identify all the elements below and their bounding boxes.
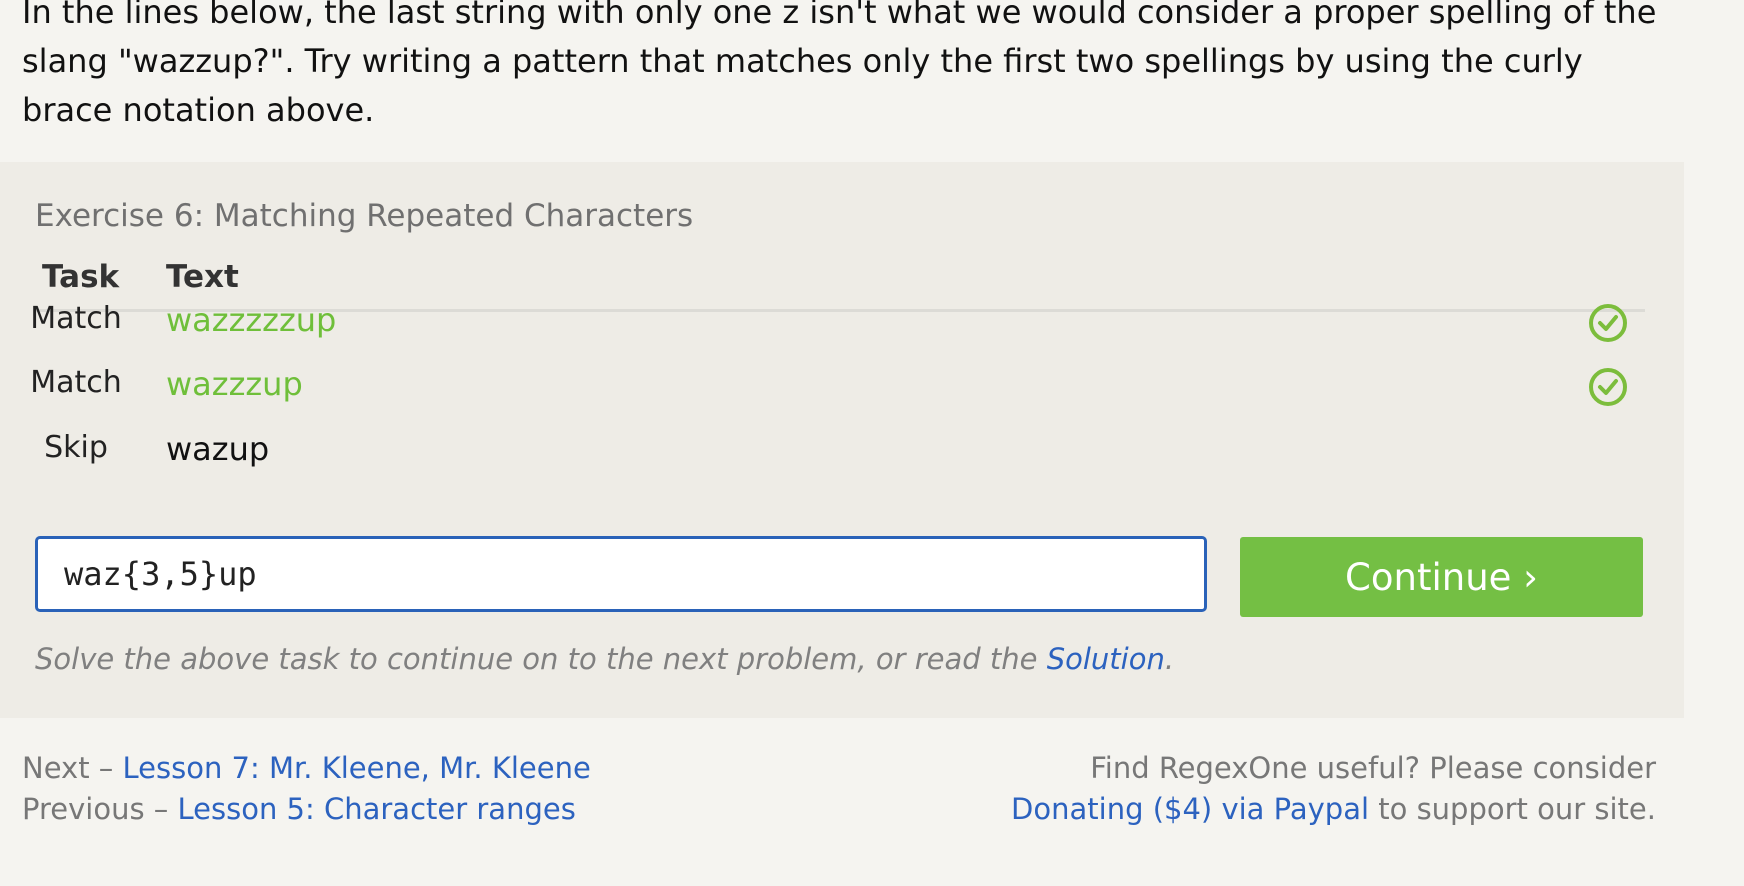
task-label: Match [30, 301, 122, 336]
task-label: Match [30, 365, 122, 400]
task-label: Skip [44, 430, 108, 465]
exercise-panel: Exercise 6: Matching Repeated Characters… [0, 162, 1684, 718]
previous-lesson-link[interactable]: Lesson 5: Character ranges [178, 792, 576, 826]
exercise-title: Exercise 6: Matching Repeated Characters [35, 198, 694, 234]
donate-suffix: to support our site. [1369, 792, 1656, 826]
continue-button[interactable]: Continue › [1240, 537, 1643, 617]
next-prefix: Next – [22, 751, 123, 785]
next-lesson-nav: Next – Lesson 7: Mr. Kleene, Mr. Kleene [22, 751, 591, 785]
test-string: wazzzzzup [166, 301, 337, 339]
donate-line: Donating ($4) via Paypal to support our … [1011, 792, 1656, 826]
test-string: wazup [166, 430, 270, 468]
text-column-header: Text [166, 259, 239, 295]
hint-suffix: . [1164, 642, 1175, 676]
solution-link[interactable]: Solution [1047, 642, 1165, 676]
task-column-header: Task [42, 259, 120, 295]
check-circle-icon [1589, 368, 1627, 406]
donate-prompt: Find RegexOne useful? Please consider [1090, 751, 1656, 785]
previous-lesson-nav: Previous – Lesson 5: Character ranges [22, 792, 576, 826]
hint-text: Solve the above task to continue on to t… [35, 642, 1174, 676]
next-lesson-link[interactable]: Lesson 7: Mr. Kleene, Mr. Kleene [123, 751, 591, 785]
lesson-intro-text: In the lines below, the last string with… [22, 0, 1657, 129]
donate-link[interactable]: Donating ($4) via Paypal [1011, 792, 1369, 826]
previous-prefix: Previous – [22, 792, 178, 826]
test-string: wazzzup [166, 365, 303, 403]
check-circle-icon [1589, 304, 1627, 342]
regex-input[interactable] [35, 536, 1207, 612]
hint-prefix: Solve the above task to continue on to t… [35, 642, 1047, 676]
